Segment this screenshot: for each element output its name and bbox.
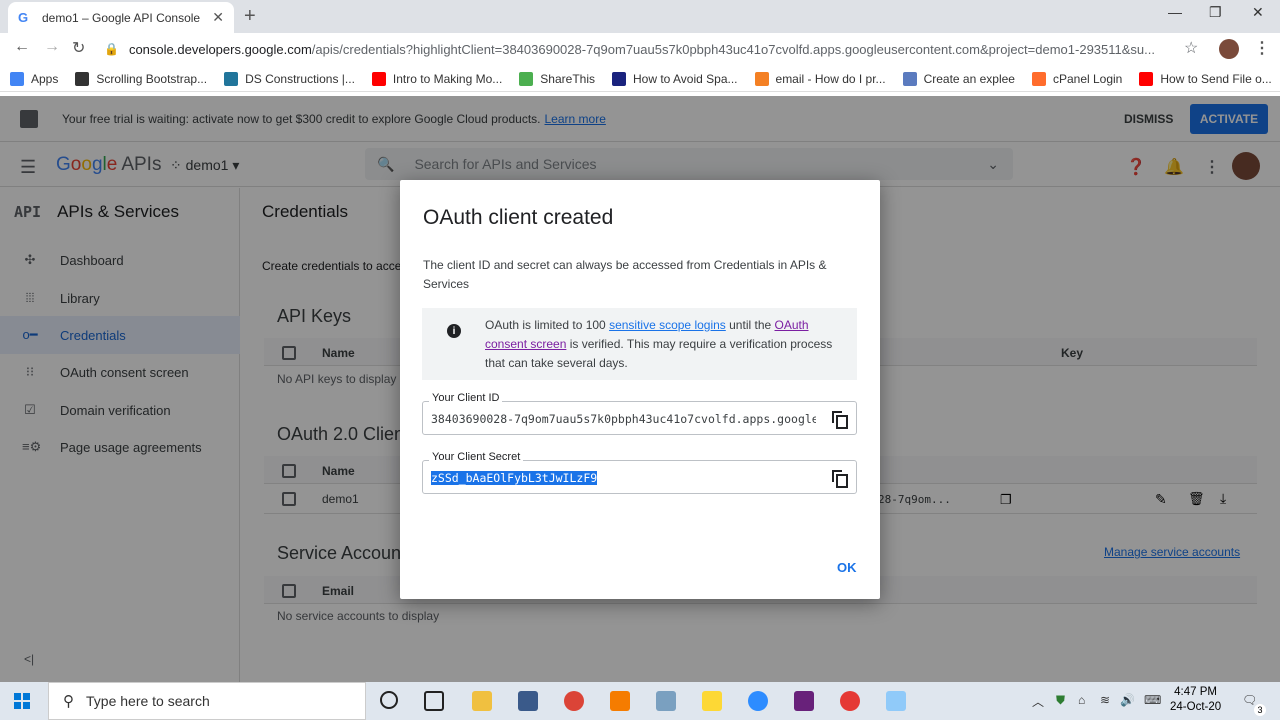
maximize-icon[interactable]: ❐ (1209, 4, 1222, 21)
bookmark-favicon-icon (371, 71, 386, 86)
bookmark-label: How to Send File o... (1160, 71, 1272, 86)
bookmark-label: DS Constructions |... (245, 71, 355, 86)
volume-icon[interactable]: 🔊 (1120, 693, 1135, 707)
bookmark-favicon-icon (224, 71, 239, 86)
wifi-icon[interactable]: ≋ (1100, 693, 1110, 707)
bookmark-item[interactable]: How to Send File o... (1139, 71, 1272, 86)
bookmark-favicon-icon (75, 71, 90, 86)
bookmark-favicon-icon (519, 71, 534, 86)
browser-menu-icon[interactable]: ⋮ (1254, 38, 1270, 58)
client-secret-field[interactable]: Your Client Secret zSSd_bAaEOlFybL3tJwIL… (422, 451, 857, 494)
bookmark-label: email - How do I pr... (775, 71, 886, 86)
dialog-description: The client ID and secret can always be a… (423, 258, 827, 291)
keyboard-icon[interactable]: ⌨ (1144, 693, 1161, 707)
back-icon[interactable]: ← (14, 38, 30, 56)
info-icon: i (447, 324, 461, 338)
ok-button[interactable]: OK (837, 560, 857, 575)
bookmarks-bar: Apps Scrolling Bootstrap... DS Constructio… (0, 66, 1280, 92)
notification-count-badge: 3 (1254, 704, 1266, 716)
search-icon: ⚲ (63, 693, 74, 710)
bookmark-item[interactable]: Create an explee (902, 71, 1015, 86)
minimize-icon[interactable]: — (1168, 4, 1182, 20)
notepad-icon[interactable] (886, 691, 906, 711)
bookmark-item[interactable]: ShareThis (519, 71, 595, 86)
visual-studio-icon[interactable] (794, 691, 814, 711)
client-secret-label: Your Client Secret (429, 451, 524, 463)
bookmark-label: Apps (31, 71, 59, 86)
bookmark-item[interactable]: DS Constructions |... (224, 71, 355, 86)
bookmark-star-icon[interactable]: ☆ (1184, 38, 1198, 58)
cortana-icon[interactable] (380, 691, 398, 709)
client-id-value[interactable]: 38403690028-7q9om7uau5s7k0pbph43uc41o7cv… (431, 412, 816, 426)
bookmark-favicon-icon (902, 71, 917, 86)
store-icon[interactable] (518, 691, 538, 711)
bookmark-label: How to Avoid Spa... (633, 71, 738, 86)
bookmark-item[interactable]: How to Avoid Spa... (612, 71, 738, 86)
network-icon[interactable]: ⌂ (1078, 693, 1085, 707)
client-id-field[interactable]: Your Client ID 38403690028-7q9om7uau5s7k… (422, 392, 857, 435)
bookmark-label: Create an explee (923, 71, 1015, 86)
bookmark-label: cPanel Login (1052, 71, 1123, 86)
sensitive-scope-link[interactable]: sensitive scope logins (609, 318, 726, 332)
profile-avatar[interactable] (1219, 39, 1239, 59)
lock-icon: 🔒 (104, 42, 119, 56)
app-icon[interactable] (656, 691, 676, 711)
close-window-icon[interactable]: ✕ (1252, 4, 1264, 21)
oauth-created-dialog: OAuth client created The client ID and s… (400, 180, 880, 599)
bookmark-favicon-icon (754, 71, 769, 86)
copy-client-id-icon[interactable] (832, 411, 848, 429)
chrome-icon[interactable] (564, 691, 584, 711)
zoom-icon[interactable] (748, 691, 768, 711)
bookmark-item[interactable]: Intro to Making Mo... (371, 71, 503, 86)
copy-client-secret-icon[interactable] (832, 470, 848, 488)
sticky-notes-icon[interactable] (702, 691, 722, 711)
bookmark-favicon-icon (10, 71, 24, 86)
bookmark-item[interactable]: email - How do I pr... (754, 71, 886, 86)
clock-date: 24-Oct-20 (1170, 701, 1222, 713)
tab-title: demo1 – Google API Console (42, 10, 201, 25)
url-host: console.developers.google.com (128, 41, 312, 57)
taskbar-search-placeholder: Type here to search (86, 693, 210, 709)
xampp-icon[interactable] (610, 691, 630, 711)
address-bar[interactable]: 🔒 console.developers.google.com/apis/cre… (104, 37, 1210, 61)
bookmark-favicon-icon (612, 71, 626, 86)
browser-tab[interactable]: G demo1 – Google API Console ✕ (8, 2, 234, 33)
bookmark-favicon-icon (1031, 71, 1046, 86)
client-id-label: Your Client ID (429, 392, 503, 404)
file-explorer-icon[interactable] (472, 691, 492, 711)
task-view-icon[interactable] (424, 691, 444, 711)
bookmark-item[interactable]: Scrolling Bootstrap... (75, 71, 208, 86)
system-clock[interactable]: 4:47 PM 24-Oct-20 (1170, 685, 1221, 715)
close-tab-icon[interactable]: ✕ (212, 9, 224, 26)
bookmark-label: Scrolling Bootstrap... (96, 71, 208, 86)
bookmark-item[interactable]: Apps (10, 71, 59, 86)
client-secret-value[interactable]: zSSd_bAaEOlFybL3tJwILzF9 (431, 471, 816, 485)
clock-time: 4:47 PM (1174, 686, 1217, 698)
windows-start-icon[interactable] (14, 693, 30, 709)
bookmark-item[interactable]: cPanel Login (1031, 71, 1123, 86)
show-hidden-icons[interactable]: ︿ (1032, 693, 1044, 710)
info-text: OAuth is limited to 100 sensitive scope … (485, 318, 833, 370)
reload-icon[interactable]: ↻ (72, 38, 85, 58)
bookmark-label: Intro to Making Mo... (392, 71, 503, 86)
bookmark-label: ShareThis (540, 71, 595, 86)
dialog-title: OAuth client created (423, 206, 614, 229)
shield-icon[interactable]: ⛊ (1056, 693, 1065, 708)
info-notice: i OAuth is limited to 100 sensitive scop… (422, 308, 857, 380)
app-red-icon[interactable] (840, 691, 860, 711)
google-favicon-icon: G (18, 9, 29, 25)
new-tab-button[interactable]: + (244, 5, 256, 28)
taskbar-search-input[interactable]: ⚲ Type here to search (48, 682, 366, 720)
bookmark-favicon-icon (1139, 71, 1154, 86)
url-path: /apis/credentials?highlightClient=384036… (311, 41, 1155, 57)
forward-icon[interactable]: → (44, 38, 60, 56)
